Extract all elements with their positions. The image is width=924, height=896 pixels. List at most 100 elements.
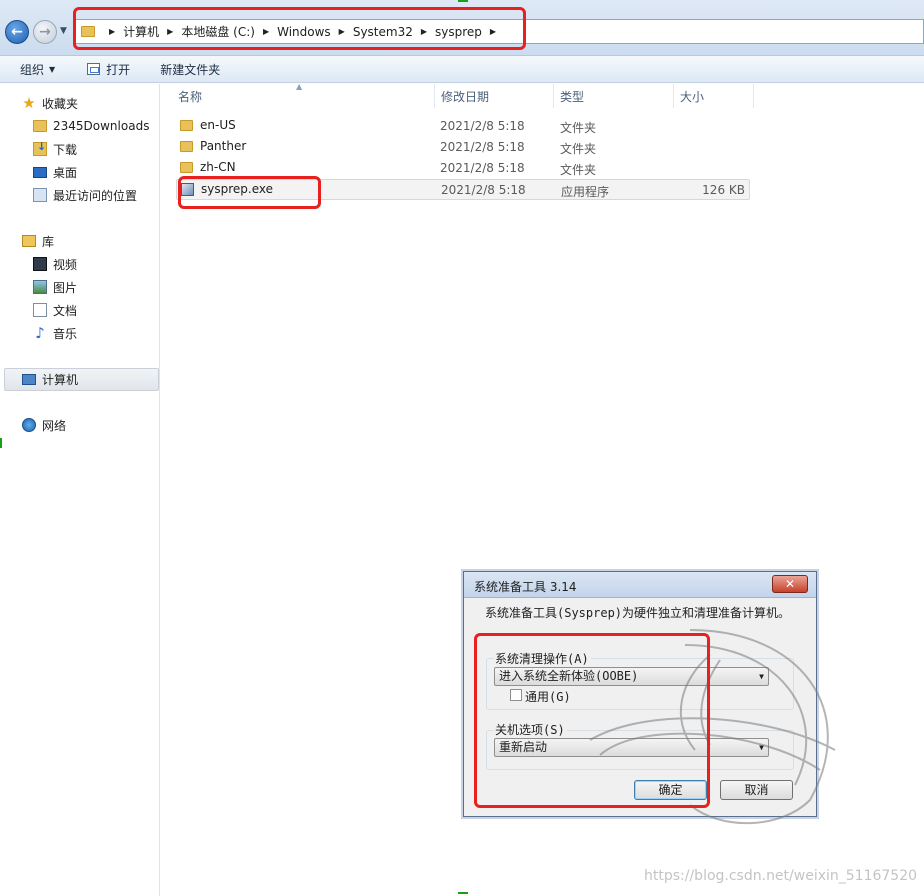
nav-computer-label: 计算机 xyxy=(42,372,79,387)
file-type: 应用程序 xyxy=(561,185,610,199)
arrow-left-icon: ← xyxy=(11,24,23,40)
file-row-panther[interactable]: Panther 2021/2/8 5:18 文件夹 xyxy=(176,137,750,158)
chevron-right-icon[interactable]: ▶ xyxy=(109,27,115,36)
breadcrumb-sysprep[interactable]: sysprep xyxy=(435,25,482,39)
nav-favorites[interactable]: ★ 收藏夹 xyxy=(22,93,78,113)
open-label: 打开 xyxy=(106,62,131,77)
nav-item-documents[interactable]: 文档 xyxy=(33,300,77,320)
organize-label: 组织 xyxy=(20,62,45,77)
nav-network-label: 网络 xyxy=(42,418,67,433)
picture-icon xyxy=(33,280,47,294)
nav-item-recent-places[interactable]: 最近访问的位置 xyxy=(33,185,137,205)
watermark-url: https://blog.csdn.net/weixin_51167520 xyxy=(644,868,918,884)
chevron-right-icon[interactable]: ▶ xyxy=(167,27,173,36)
breadcrumb-computer[interactable]: 计算机 xyxy=(123,23,159,40)
network-icon xyxy=(22,418,36,432)
recent-places-icon xyxy=(33,188,47,202)
video-icon xyxy=(33,257,47,271)
open-icon xyxy=(87,63,101,75)
nav-libraries[interactable]: 库 xyxy=(22,231,54,251)
file-date: 2021/2/8 5:18 xyxy=(440,140,525,154)
nav-item-label: 桌面 xyxy=(53,165,78,180)
column-header-type[interactable]: 类型 xyxy=(554,84,674,108)
shutdown-options-label: 关机选项(S) xyxy=(493,721,567,738)
column-size-label: 大小 xyxy=(680,89,705,104)
column-type-label: 类型 xyxy=(560,89,585,104)
nav-computer[interactable]: 计算机 xyxy=(22,369,78,389)
library-icon xyxy=(22,235,36,247)
folder-icon xyxy=(180,140,193,152)
nav-favorites-label: 收藏夹 xyxy=(42,96,79,111)
address-bar[interactable]: ▶ 计算机 ▶ 本地磁盘 (C:) ▶ Windows ▶ System32 ▶… xyxy=(74,19,924,44)
column-header-date[interactable]: 修改日期 xyxy=(435,84,554,108)
file-type: 文件夹 xyxy=(560,121,597,135)
chevron-right-icon[interactable]: ▶ xyxy=(339,27,345,36)
nav-item-label: 2345Downloads xyxy=(53,119,150,133)
folder-icon xyxy=(180,119,193,131)
file-row-en-us[interactable]: en-US 2021/2/8 5:18 文件夹 xyxy=(176,116,750,137)
folder-icon xyxy=(33,120,47,132)
music-note-icon: ♪ xyxy=(35,324,45,342)
nav-item-label: 视频 xyxy=(53,257,78,272)
nav-item-label: 下载 xyxy=(53,142,78,157)
nav-item-music[interactable]: ♪ 音乐 xyxy=(33,323,77,343)
folder-icon xyxy=(81,26,95,37)
close-button[interactable]: ✕ xyxy=(772,575,808,593)
command-bar: 组织 ▼ 打开 新建文件夹 xyxy=(0,56,924,83)
folder-icon xyxy=(180,161,193,173)
file-date: 2021/2/8 5:18 xyxy=(440,119,525,133)
new-folder-button[interactable]: 新建文件夹 xyxy=(160,61,220,78)
chevron-right-icon[interactable]: ▶ xyxy=(421,27,427,36)
breadcrumb-windows[interactable]: Windows xyxy=(277,25,331,39)
file-row-zh-cn[interactable]: zh-CN 2021/2/8 5:18 文件夹 xyxy=(176,158,750,179)
file-size: 126 KB xyxy=(702,183,745,197)
nav-item-label: 最近访问的位置 xyxy=(53,188,138,203)
column-name-label: 名称 xyxy=(178,89,203,104)
edge-marker xyxy=(458,0,468,2)
computer-icon xyxy=(22,373,36,385)
chevron-right-icon[interactable]: ▶ xyxy=(490,27,496,36)
new-folder-label: 新建文件夹 xyxy=(160,62,221,77)
chevron-right-icon[interactable]: ▶ xyxy=(263,27,269,36)
column-date-label: 修改日期 xyxy=(441,89,490,104)
navigation-pane: ★ 收藏夹 2345Downloads 下载 桌面 最近访问的位置 库 视频 图… xyxy=(0,84,160,896)
nav-libraries-label: 库 xyxy=(42,234,55,249)
nav-item-2345downloads[interactable]: 2345Downloads xyxy=(33,116,149,136)
file-name: zh-CN xyxy=(200,160,236,174)
open-button[interactable]: 打开 xyxy=(87,61,130,78)
nav-item-label: 图片 xyxy=(53,280,78,295)
generalize-checkbox[interactable] xyxy=(510,689,522,701)
edge-marker xyxy=(458,892,468,894)
file-name: en-US xyxy=(200,118,236,132)
document-icon xyxy=(33,303,47,317)
back-button[interactable]: ← xyxy=(5,20,29,44)
shutdown-options-value: 重新启动 xyxy=(499,740,548,754)
file-date: 2021/2/8 5:18 xyxy=(440,161,525,175)
file-type: 文件夹 xyxy=(560,163,597,177)
watermark-swirl-logo xyxy=(589,629,836,825)
close-icon: ✕ xyxy=(784,577,796,591)
nav-item-videos[interactable]: 视频 xyxy=(33,254,77,274)
column-header-size[interactable]: 大小 xyxy=(674,84,754,108)
file-type: 文件夹 xyxy=(560,142,597,156)
organize-menu[interactable]: 组织 ▼ xyxy=(20,61,55,78)
file-date: 2021/2/8 5:18 xyxy=(441,183,526,197)
file-name: sysprep.exe xyxy=(201,182,273,196)
forward-button[interactable]: → xyxy=(33,20,57,44)
dialog-title-bar[interactable]: 系统准备工具 3.14 ✕ xyxy=(464,572,816,598)
nav-item-downloads[interactable]: 下载 xyxy=(33,139,77,159)
file-name: Panther xyxy=(200,139,247,153)
nav-item-desktop[interactable]: 桌面 xyxy=(33,162,77,182)
column-header-name[interactable]: 名称 xyxy=(172,84,435,108)
desktop-icon xyxy=(33,166,47,178)
nav-item-pictures[interactable]: 图片 xyxy=(33,277,77,297)
breadcrumb-system32[interactable]: System32 xyxy=(353,25,413,39)
edge-marker xyxy=(0,438,2,448)
nav-network[interactable]: 网络 xyxy=(22,415,66,435)
breadcrumb-local-disk[interactable]: 本地磁盘 (C:) xyxy=(181,23,255,40)
application-icon xyxy=(181,182,194,196)
recent-pages-dropdown[interactable]: ▼ xyxy=(60,26,67,36)
star-icon: ★ xyxy=(22,94,36,112)
address-bar-area: ← → ▼ ▶ 计算机 ▶ 本地磁盘 (C:) ▶ Windows ▶ Syst… xyxy=(0,0,924,56)
file-row-sysprep-exe[interactable]: sysprep.exe 2021/2/8 5:18 应用程序 126 KB xyxy=(176,179,750,200)
